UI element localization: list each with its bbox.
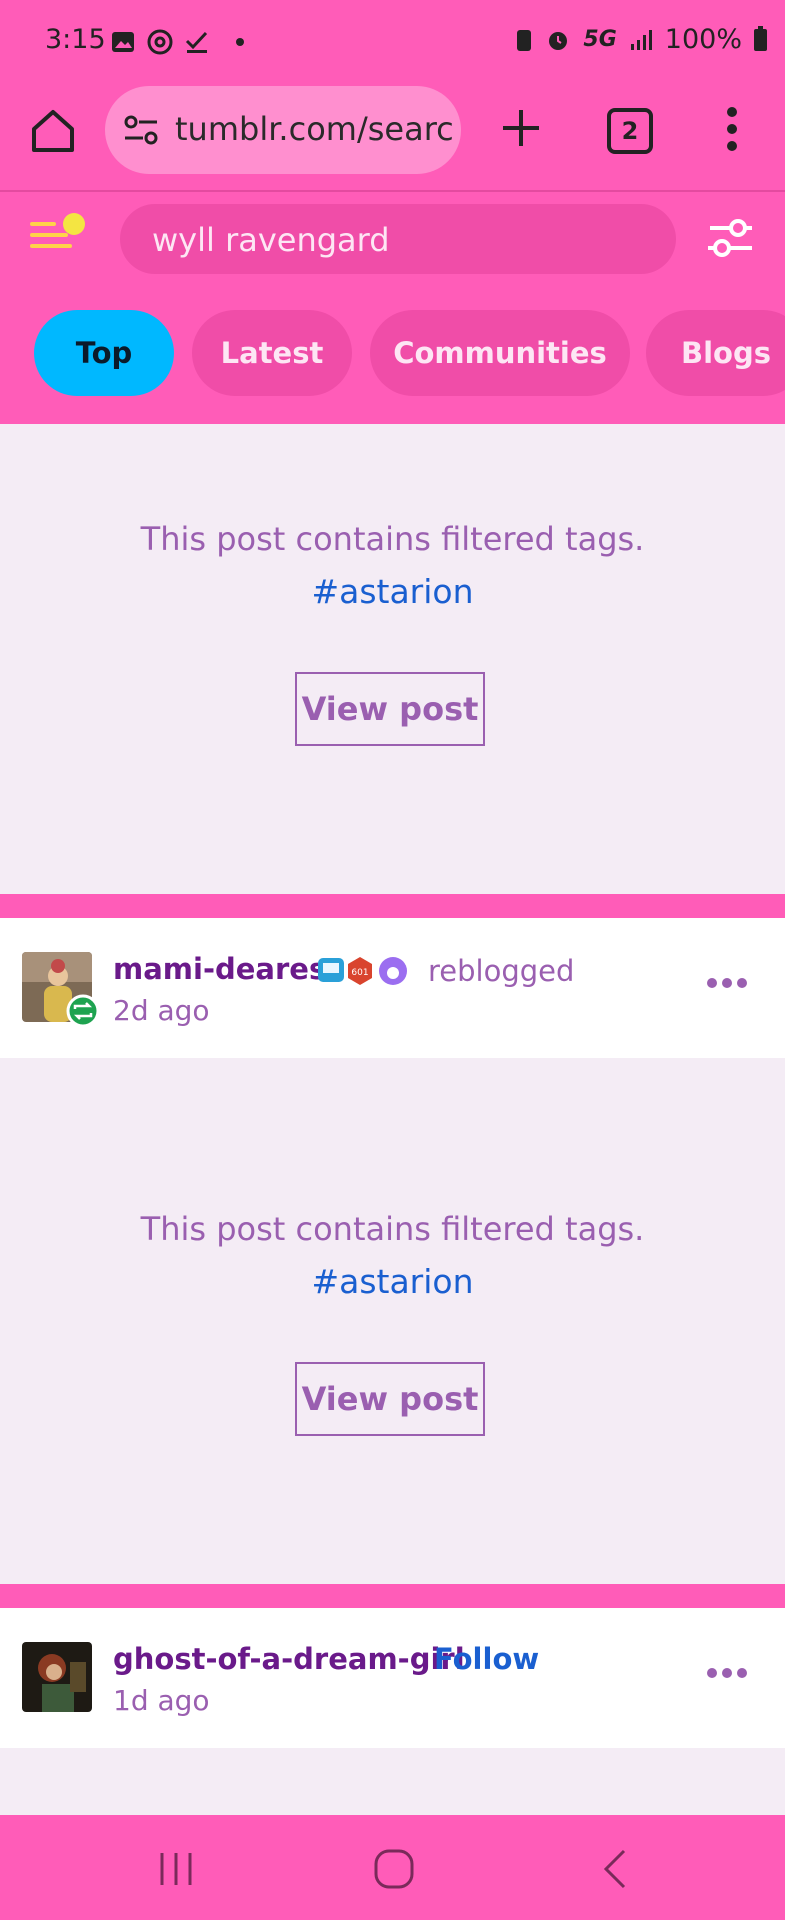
system-nav-bar xyxy=(0,1815,785,1920)
alarm-icon xyxy=(549,31,568,50)
status-time: 3:15 xyxy=(45,24,106,55)
signal-icon xyxy=(630,29,652,50)
tab-top[interactable]: Top xyxy=(34,310,174,396)
menu-icon[interactable] xyxy=(30,210,92,258)
post-time: 1d ago xyxy=(113,1684,210,1717)
search-input[interactable]: wyll ravengard xyxy=(120,204,676,274)
new-tab-icon[interactable] xyxy=(493,100,549,156)
threads-icon xyxy=(147,29,173,55)
tab-switcher-button[interactable]: 2 xyxy=(607,108,653,154)
svg-text:601: 601 xyxy=(351,968,368,978)
recents-icon[interactable] xyxy=(156,1849,196,1889)
dot-icon xyxy=(236,38,244,46)
filtered-tag[interactable]: #astarion xyxy=(0,1262,785,1301)
network-type: 5G xyxy=(583,27,617,52)
tab-communities[interactable]: Communities xyxy=(370,310,630,396)
reblog-icon xyxy=(66,994,100,1028)
blog-name[interactable]: mami-dearest xyxy=(113,952,340,986)
filter-icon[interactable] xyxy=(706,214,754,262)
post-header: ghost-of-a-dream-girl Follow 1d ago xyxy=(0,1608,785,1748)
reblog-action: reblogged xyxy=(428,954,575,988)
post-header: mami-dearest 601 reblogged 2d ago xyxy=(0,918,785,1058)
filtered-tag[interactable]: #astarion xyxy=(0,572,785,611)
more-options-icon[interactable] xyxy=(706,1666,748,1680)
toolbar-divider xyxy=(0,190,785,192)
post-time: 2d ago xyxy=(113,994,210,1027)
filtered-message: This post contains filtered tags. xyxy=(140,1210,645,1248)
tab-latest[interactable]: Latest xyxy=(192,310,352,396)
blog-name[interactable]: ghost-of-a-dream-girl xyxy=(113,1642,465,1676)
badge-icons: 601 xyxy=(318,957,407,985)
battery-icon xyxy=(754,25,767,51)
image-icon xyxy=(112,32,134,52)
filtered-post: This post contains filtered tags. #astar… xyxy=(0,1058,785,1584)
view-post-button[interactable]: View post xyxy=(295,672,485,746)
battery-percent: 100% xyxy=(664,24,742,55)
search-query[interactable]: wyll ravengard xyxy=(152,221,390,259)
tab-blogs[interactable]: Blogs xyxy=(646,310,785,396)
check-icon xyxy=(185,31,208,53)
avatar[interactable] xyxy=(22,1642,92,1712)
more-options-icon[interactable] xyxy=(706,976,748,990)
view-post-button[interactable]: View post xyxy=(295,1362,485,1436)
home-icon[interactable] xyxy=(28,106,78,156)
browser-menu-icon[interactable] xyxy=(720,106,744,152)
battery-saver-icon xyxy=(517,29,532,51)
filtered-post: This post contains filtered tags. #astar… xyxy=(0,424,785,894)
back-icon[interactable] xyxy=(598,1847,634,1891)
address-bar[interactable]: tumblr.com/search xyxy=(105,86,461,174)
post-body xyxy=(0,1748,785,1815)
browser-toolbar: tumblr.com/search 2 xyxy=(0,84,785,190)
follow-button[interactable]: Follow xyxy=(434,1642,539,1676)
url-text[interactable]: tumblr.com/search xyxy=(175,110,455,148)
home-nav-icon[interactable] xyxy=(372,1847,416,1891)
filtered-message: This post contains filtered tags. xyxy=(140,520,645,558)
site-settings-icon[interactable] xyxy=(123,114,159,146)
status-bar: 3:15 5G 100% xyxy=(0,0,785,84)
